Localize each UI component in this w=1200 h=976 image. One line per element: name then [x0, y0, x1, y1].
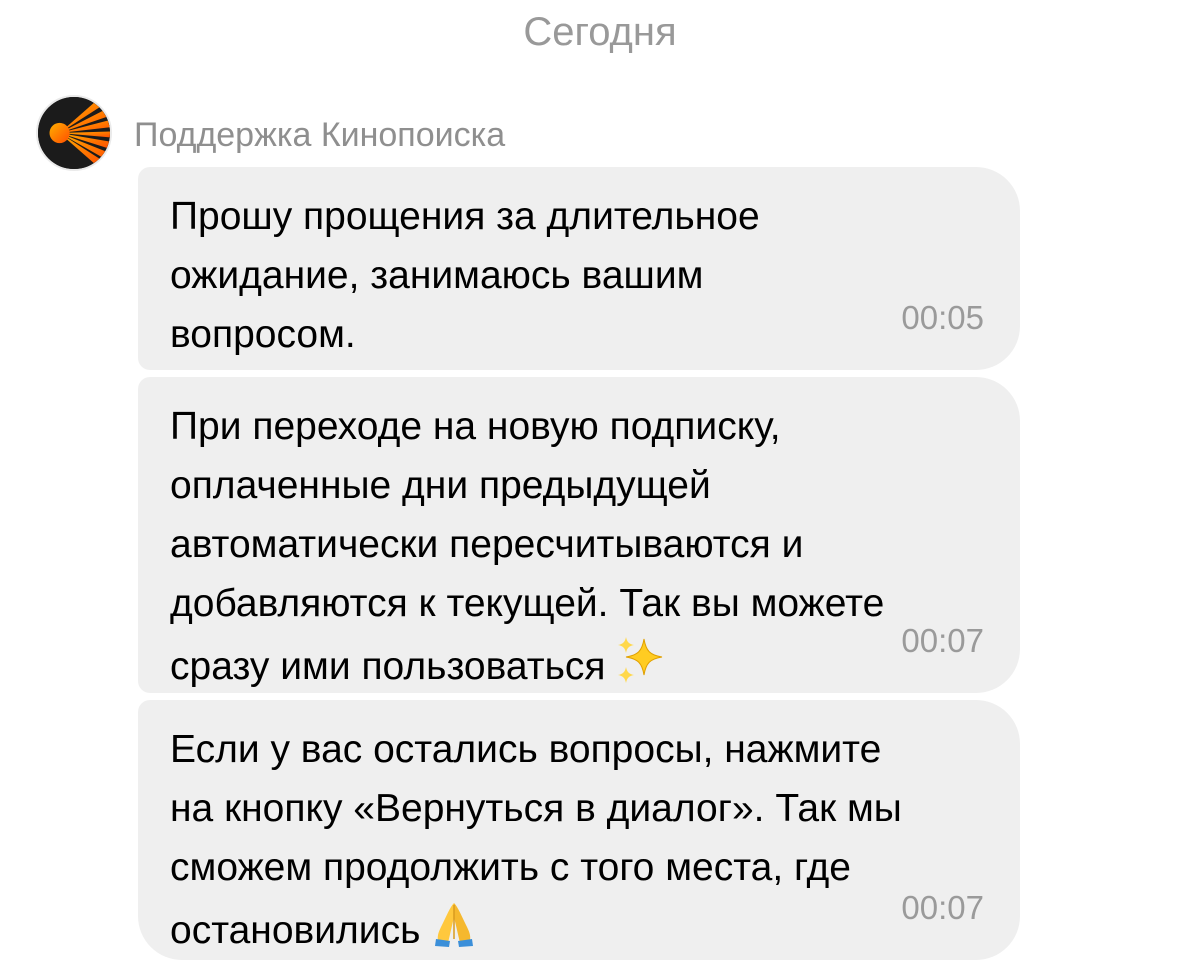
folded-hands-icon — [428, 897, 480, 949]
message-time: 00:05 — [901, 299, 984, 336]
date-separator: Сегодня — [523, 10, 677, 54]
message-text-body: Если у вас остались вопросы, нажмите на … — [170, 728, 902, 952]
message-bubble[interactable]: При переходе на новую подписку, оплаченн… — [138, 377, 1020, 693]
message-bubble[interactable]: Прошу прощения за длительное ожидание, з… — [138, 167, 1020, 370]
message-text: При переходе на новую подписку, оплаченн… — [170, 397, 970, 696]
message-text-body: При переходе на новую подписку, оплаченн… — [170, 405, 885, 688]
message-bubble[interactable]: Если у вас остались вопросы, нажмите на … — [138, 700, 1020, 960]
chat-view: Сегодня Поддержка Кинопоиска Прошу проще… — [0, 0, 1200, 976]
sender-name: Поддержка Кинопоиска — [134, 115, 506, 154]
message-text: Если у вас остались вопросы, нажмите на … — [170, 720, 970, 960]
message-time: 00:07 — [901, 889, 984, 926]
sender-header: Поддержка Кинопоиска — [36, 95, 505, 171]
message-text: Прошу прощения за длительное ожидание, з… — [170, 195, 760, 356]
kinopoisk-logo-icon — [38, 97, 110, 169]
sparkles-icon — [614, 633, 666, 685]
avatar[interactable] — [36, 95, 112, 171]
message-time: 00:07 — [901, 622, 984, 659]
